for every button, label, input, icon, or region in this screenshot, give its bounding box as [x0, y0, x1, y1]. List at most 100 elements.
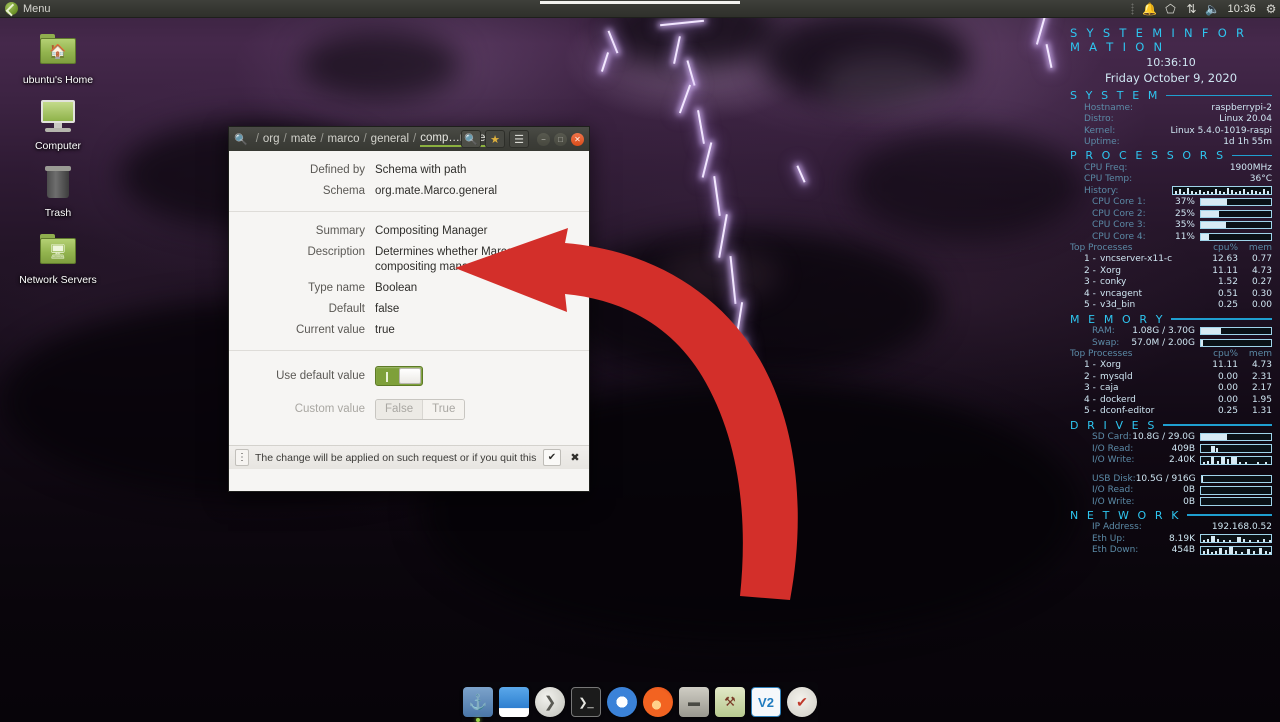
property-label: Summary: [229, 224, 375, 239]
conky-row-sd-read: I/O Read: 409B: [1070, 443, 1272, 455]
clock-label[interactable]: 10:36: [1227, 3, 1256, 15]
desktop-icon-computer[interactable]: Computer: [0, 96, 116, 152]
breadcrumb-item-mate[interactable]: mate: [291, 133, 317, 145]
search-icon[interactable]: 🔍: [461, 130, 481, 148]
property-row-description: Description Determines whether Marco is …: [229, 242, 589, 278]
custom-value-option-true[interactable]: True: [422, 400, 464, 419]
running-indicator: [476, 718, 480, 722]
dock-item-vnc-viewer[interactable]: V2: [751, 687, 781, 717]
plank-anchor-icon: ⚓: [463, 687, 493, 717]
breadcrumb-item-org[interactable]: org: [263, 133, 280, 145]
cpu-top-process-row: 5 - v3d_bin 0.25 0.00: [1070, 300, 1272, 312]
drag-grip-icon[interactable]: [1131, 3, 1134, 15]
property-value: org.mate.Marco.general: [375, 184, 577, 199]
mem-top-process-row: 3 - caja 0.00 2.17: [1070, 383, 1272, 395]
dock-item-x-terminal[interactable]: ❯: [535, 687, 565, 717]
dock-item-terminal[interactable]: ❯_: [571, 687, 601, 717]
use-default-value-toggle[interactable]: [375, 366, 423, 386]
bluetooth-icon[interactable]: ⬠: [1164, 3, 1176, 16]
breadcrumb-item-general[interactable]: general: [371, 133, 409, 145]
desktop-icon-label: ubuntu's Home: [23, 74, 93, 86]
lightning-bolt: [601, 52, 609, 72]
desktop-icon-network-servers[interactable]: 🖥 Network Servers: [0, 230, 116, 286]
key-properties-panel: Defined by Schema with path Schema org.m…: [229, 151, 589, 469]
desktop-icon-label: Computer: [35, 140, 81, 152]
conky-row-ip-address: IP Address: 192.168.0.52: [1070, 522, 1272, 534]
properties-section-controls: Use default value Custom value False Tru…: [229, 351, 589, 432]
cloud-shape: [300, 30, 460, 100]
dock-item-preferences[interactable]: ⚒: [715, 687, 745, 717]
chromium-icon: [607, 687, 637, 717]
toggle-knob: [399, 368, 421, 384]
gear-icon[interactable]: ⚙: [1265, 3, 1277, 16]
mem-top-process-row: 1 - Xorg 11.11 4.73: [1070, 360, 1272, 372]
speaker-icon[interactable]: 🔈: [1206, 3, 1218, 16]
lightning-bolt: [702, 142, 713, 177]
bell-icon[interactable]: 🔔: [1143, 3, 1155, 16]
maximize-icon[interactable]: □: [554, 133, 567, 146]
breadcrumb-item-marco[interactable]: marco: [328, 133, 360, 145]
property-value: Schema with path: [375, 163, 577, 178]
close-icon[interactable]: ✕: [571, 133, 584, 146]
cpu-top-process-row: 2 - Xorg 11.11 4.73: [1070, 266, 1272, 278]
cpu-core-4-bar: [1200, 233, 1272, 241]
dock-item-firefox[interactable]: [643, 687, 673, 717]
lightning-bolt: [796, 165, 805, 182]
custom-value-option-false[interactable]: False: [376, 400, 422, 419]
sd-card-bar: [1200, 433, 1272, 441]
conky-row-swap: Swap: 57.0M / 2.00G: [1070, 337, 1272, 349]
custom-value-segmented[interactable]: False True: [375, 399, 465, 420]
desktop-icon-label: Network Servers: [19, 274, 97, 286]
desktop-icon-home[interactable]: 🏠 ubuntu's Home: [0, 30, 116, 86]
swap-bar: [1200, 339, 1272, 347]
network-updown-icon[interactable]: ⇅: [1185, 3, 1197, 16]
dock-item-file-manager[interactable]: ▬: [679, 687, 709, 717]
conky-row-sd-card: SD Card: 10.8G / 29.0G: [1070, 432, 1272, 444]
path-search-icon[interactable]: 🔍: [234, 133, 248, 146]
window-list-item[interactable]: [540, 1, 740, 4]
property-label: Type name: [229, 281, 375, 296]
dock-item-disk-check[interactable]: ✔: [787, 687, 817, 717]
conky-row-core-4: CPU Core 4: 11%: [1070, 231, 1272, 243]
firefox-icon: [643, 687, 673, 717]
window-statusbar: ⋮ The change will be applied on such req…: [229, 445, 589, 469]
conky-row-core-3: CPU Core 3: 35%: [1070, 220, 1272, 232]
usb-disk-bar: [1201, 475, 1272, 483]
conky-spacer: [1070, 466, 1272, 473]
menu-button-label: Menu: [23, 3, 51, 15]
toggle-on-mark-icon: [386, 372, 388, 382]
star-icon[interactable]: ★: [485, 130, 505, 148]
conky-row-usb-disk: USB Disk: 10.5G / 916G: [1070, 473, 1272, 485]
lightning-bolt: [697, 110, 705, 144]
conky-row-cpu-history: History:: [1070, 185, 1272, 197]
hamburger-menu-icon[interactable]: ☰: [509, 130, 529, 148]
cpu-history-graph: [1172, 186, 1272, 195]
use-default-value-label: Use default value: [229, 369, 375, 384]
network-folder-icon: 🖥: [38, 230, 78, 270]
lightning-bolt: [679, 85, 691, 114]
window-titlebar[interactable]: 🔍 / org / mate / marco / general / comp……: [229, 127, 589, 151]
dock-item-chromium[interactable]: [607, 687, 637, 717]
cpu-top-process-row: 1 - vncserver-x11-c 12.63 0.77: [1070, 254, 1272, 266]
property-value: Boolean: [375, 281, 577, 296]
checkmark-icon[interactable]: ✔: [543, 449, 561, 466]
cpu-core-3-bar: [1200, 221, 1272, 229]
custom-value-label: Custom value: [229, 402, 375, 417]
preferences-icon: ⚒: [715, 687, 745, 717]
conky-row-cpu-freq: CPU Freq: 1900MHz: [1070, 162, 1272, 174]
conky-clock: 10:36:10: [1070, 56, 1272, 69]
property-value: Compositing Manager: [375, 224, 577, 239]
desktop-icon-trash[interactable]: Trash: [0, 163, 116, 219]
conky-row-core-1: CPU Core 1: 37%: [1070, 197, 1272, 209]
dock-item-plank-anchor[interactable]: ⚓: [463, 687, 493, 717]
mate-logo-icon: [5, 2, 18, 15]
mem-top-process-row: 2 - mysqld 0.00 2.31: [1070, 372, 1272, 384]
minimize-icon[interactable]: −: [537, 133, 550, 146]
dock-item-window-manager[interactable]: [499, 687, 529, 717]
property-value: false: [375, 302, 577, 317]
vertical-dots-icon[interactable]: ⋮: [235, 449, 249, 466]
menu-button[interactable]: Menu: [0, 0, 59, 18]
cross-icon[interactable]: ✖: [567, 449, 583, 466]
conky-row-usb-read: I/O Read: 0B: [1070, 485, 1272, 497]
mem-top-processes-header: Top Processes cpu% mem: [1070, 349, 1272, 361]
